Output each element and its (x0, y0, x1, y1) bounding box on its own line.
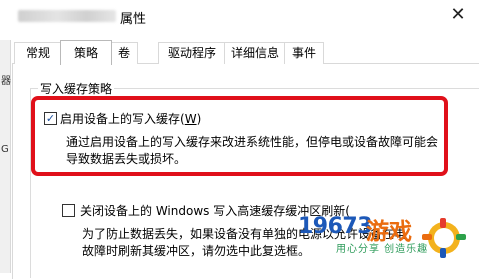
tab-details[interactable]: 详细信息 (224, 42, 286, 64)
tab-volumes[interactable]: 卷 (110, 42, 138, 64)
properties-dialog: 器 G 属性 ✕ 常规 策略 卷 驱动程序 详细信息 事件 写入缓存策略 ✓ 启… (0, 0, 479, 279)
title-bar[interactable]: 属性 ✕ (0, 0, 479, 34)
watermark-slogan: 用心分享 创造乐趣 (336, 244, 429, 255)
group-title: 写入缓存策略 (38, 80, 115, 97)
window-title: 属性 (120, 12, 147, 27)
tab-events[interactable]: 事件 (284, 42, 324, 64)
enable-write-cache-label[interactable]: 启用设备上的写入缓存(W) (60, 110, 201, 127)
tab-policies[interactable]: 策略 (60, 40, 112, 65)
group-border (30, 88, 31, 278)
background-text: 器 (1, 76, 11, 87)
close-button[interactable]: ✕ (440, 2, 476, 28)
background-text: G (1, 144, 9, 155)
turn-off-flush-checkbox[interactable] (62, 204, 75, 217)
tab-general[interactable]: 常规 (14, 42, 62, 64)
tab-driver[interactable]: 驱动程序 (158, 42, 226, 64)
site-watermark: 19673 游戏 用心分享 创造乐趣 (298, 210, 479, 270)
enable-write-cache-checkbox[interactable]: ✓ (44, 112, 57, 125)
background-window-strip: 器 G (0, 40, 11, 273)
enable-write-cache-description: 通过启用设备上的写入缓存来改进系统性能，但停电或设备故障可能会 导致数据丢失或损… (66, 135, 439, 166)
blurred-device-name (18, 10, 116, 22)
close-icon: ✕ (450, 4, 466, 25)
watermark-number: 19673 (298, 214, 373, 239)
access-key: W (184, 112, 197, 126)
checkmark-icon: ✓ (45, 112, 56, 125)
watermark-logo-icon (422, 218, 466, 258)
